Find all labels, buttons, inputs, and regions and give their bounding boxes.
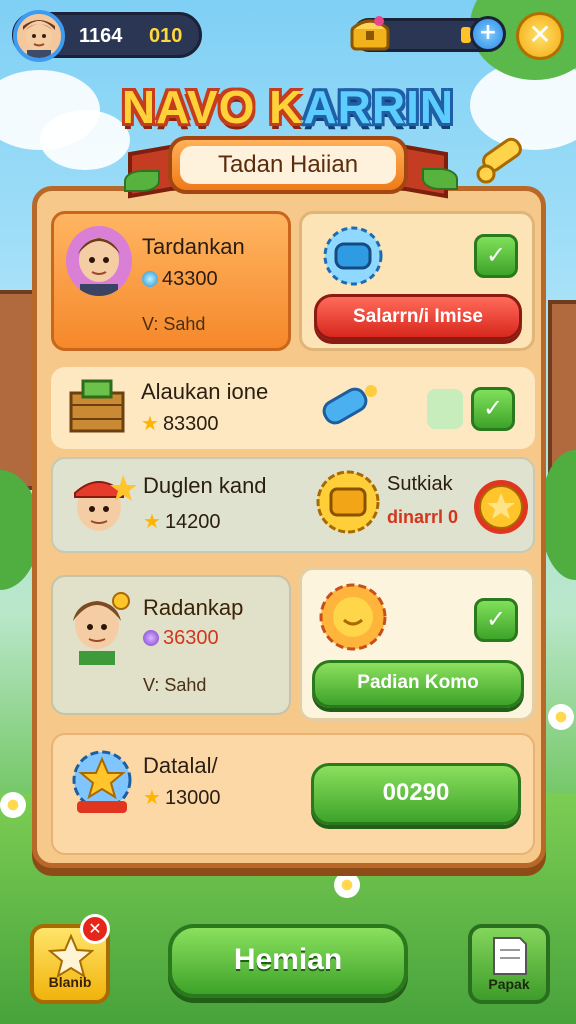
shop-button-label: Blanib <box>48 974 92 990</box>
rewards-panel: Tardankan 43300 V: Sahd ✓ Salarrn/i Imis… <box>32 186 546 868</box>
reward-name: Duglen kand <box>143 473 267 498</box>
add-currency-button[interactable]: + <box>470 16 506 52</box>
player-avatar <box>13 10 65 62</box>
gear-scroll-icon <box>323 226 383 286</box>
game-title-end: ARRIN <box>303 81 455 133</box>
reward-row[interactable]: Datalal/ ★ 13000 00290 <box>51 733 535 855</box>
treasure-chest-icon <box>350 16 390 51</box>
claim-red-button[interactable]: Salarrn/i Imise <box>314 294 522 340</box>
reward-name: Alaukan ione <box>141 379 269 404</box>
notes-button[interactable] <box>468 924 550 1004</box>
game-title: NAVO KARRIN <box>0 80 576 134</box>
claim-check-button[interactable]: ✓ <box>471 387 515 431</box>
reward-name: Radankap <box>143 595 244 620</box>
leaf-icon <box>422 168 458 190</box>
star-icon: ★ <box>143 787 161 809</box>
crate-icon <box>69 379 125 433</box>
main-action-button[interactable]: Hemian <box>168 924 408 998</box>
reward-action-card: ✓ Padian Komo <box>299 567 535 721</box>
reward-name: Tardankan <box>142 234 245 259</box>
reward-subtitle: V: Sahd <box>143 675 207 695</box>
player-badge[interactable]: 1164 010 <box>12 10 202 62</box>
scroll-item-icon <box>476 137 522 184</box>
star-medal-icon <box>72 750 132 813</box>
reward-value: ★ 14200 <box>143 511 221 533</box>
gem-icon <box>143 630 159 646</box>
star-icon: ★ <box>141 413 159 435</box>
reward-value: ★ 13000 <box>143 787 221 809</box>
side-reward-name: Sutkiak <box>387 473 453 495</box>
coin-stack-icon <box>316 470 380 534</box>
leaf-icon <box>124 170 160 192</box>
blue-scroll-icon <box>322 385 377 425</box>
claim-green-button[interactable]: Padian Komo <box>312 660 524 708</box>
game-title-main: NAVO K <box>121 81 304 133</box>
reward-row[interactable]: Alaukan ione ★ 83300 ✓ <box>51 367 535 449</box>
claim-check-button[interactable]: ✓ <box>474 234 518 278</box>
reward-card[interactable]: Radankap 36300 V: Sahd <box>51 575 291 715</box>
section-ribbon: Tadan Haiian <box>168 136 408 194</box>
gold-coin-icon <box>474 480 528 534</box>
reward-subtitle: V: Sahd <box>142 314 206 334</box>
reward-value: 43300 <box>142 268 218 291</box>
reward-action-card: ✓ Salarrn/i Imise <box>299 211 535 351</box>
reward-name: Datalal/ <box>143 753 218 778</box>
star-icon: ★ <box>143 511 161 533</box>
reward-row[interactable]: Duglen kand ★ 14200 Sutkiak dinarrl 0 <box>51 457 535 553</box>
reward-value: ★ 83300 <box>141 413 219 435</box>
notes-button-label: Papak <box>488 976 530 992</box>
sun-badge-icon <box>319 583 387 651</box>
claim-check-button[interactable]: ✓ <box>474 598 518 642</box>
character-portrait <box>73 592 130 665</box>
reward-card[interactable]: Tardankan 43300 V: Sahd <box>51 211 291 351</box>
empty-slot <box>427 389 463 429</box>
paper-note-icon <box>493 937 527 975</box>
character-portrait <box>66 226 132 296</box>
player-level: 1164 <box>79 25 123 47</box>
notification-badge: ✕ <box>80 914 110 944</box>
player-coins: 010 <box>149 25 183 47</box>
ribbon-label: Tadan Haiian <box>180 146 396 184</box>
reward-value: 36300 <box>143 627 219 650</box>
side-reward-value: dinarrl 0 <box>387 507 459 527</box>
price-buy-button[interactable]: 00290 <box>311 763 521 825</box>
gem-icon <box>142 271 158 287</box>
character-portrait <box>74 475 137 531</box>
close-button[interactable]: ✕ <box>516 12 564 60</box>
